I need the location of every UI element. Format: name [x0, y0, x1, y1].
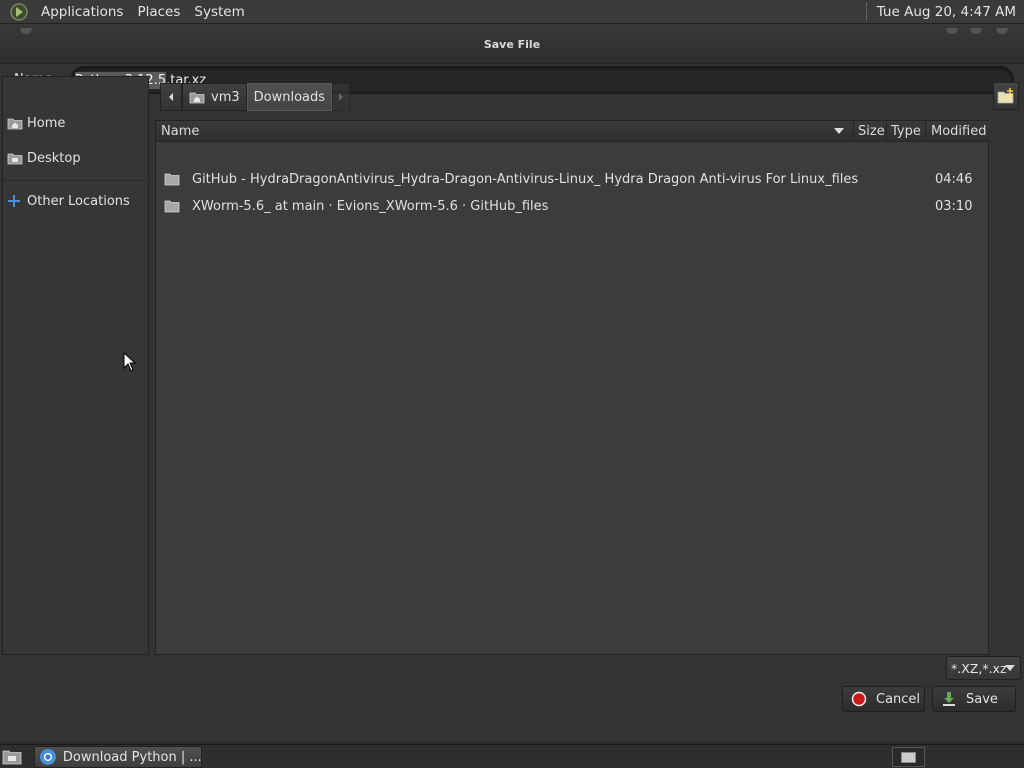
panel-grip: [865, 3, 869, 21]
path-segment-label: vm3: [211, 89, 240, 105]
column-name-header[interactable]: Name: [161, 121, 199, 142]
plus-icon: [7, 194, 23, 208]
sort-descending-icon[interactable]: [834, 128, 844, 135]
folder-icon: [164, 173, 180, 186]
menu-places[interactable]: Places: [130, 0, 187, 24]
maximize-icon[interactable]: [970, 28, 982, 34]
sidebar-item-desktop[interactable]: Desktop: [7, 147, 145, 169]
menu-system[interactable]: System: [187, 0, 251, 24]
taskbar-window-button[interactable]: Download Python | ...: [34, 746, 202, 768]
menu-applications[interactable]: Applications: [34, 0, 130, 24]
show-desktop-icon: [2, 750, 22, 765]
taskbar-window-label: Download Python | ...: [62, 749, 201, 765]
top-panel: Applications Places System Tue Aug 20, 4…: [0, 0, 1024, 24]
path-forward-button[interactable]: [332, 83, 351, 111]
file-modified: 04:46: [935, 172, 973, 187]
taskbar: Download Python | ...: [0, 744, 1024, 768]
window-menu-icon[interactable]: [20, 28, 32, 34]
new-folder-icon: [997, 88, 1014, 104]
sidebar-item-home[interactable]: Home: [7, 112, 145, 134]
chevron-down-icon: [1005, 665, 1015, 671]
file-modified: 03:10: [935, 199, 973, 214]
path-bar: vm3 Downloads: [160, 82, 351, 112]
scrollbar-area[interactable]: [990, 120, 1024, 655]
cancel-button[interactable]: Cancel: [842, 686, 925, 712]
workspace-icon: [901, 751, 916, 763]
file-name: GitHub - HydraDragonAntivirus_Hydra-Drag…: [192, 172, 859, 187]
file-name: XWorm-5.6_ at main · Evions_XWorm-5.6 · …: [192, 199, 549, 214]
column-size-header[interactable]: Size: [858, 121, 885, 142]
file-row[interactable]: XWorm-5.6_ at main · Evions_XWorm-5.6 · …: [156, 194, 990, 220]
name-row: Name: Python-3.12.5.tar.xz: [0, 64, 1024, 100]
filter-selected-value: *.XZ,*.xz: [951, 660, 1007, 676]
path-segment-label: Downloads: [253, 89, 326, 105]
workspace-switcher[interactable]: [892, 747, 925, 767]
sidebar-item-other-locations[interactable]: Other Locations: [7, 190, 145, 212]
sidebar-item-label: Home: [27, 115, 66, 131]
path-back-button[interactable]: [160, 83, 182, 111]
folder-icon: [164, 200, 180, 213]
file-type-filter-dropdown[interactable]: *.XZ,*.xz: [946, 656, 1021, 680]
file-row[interactable]: GitHub - HydraDragonAntivirus_Hydra-Drag…: [156, 167, 990, 193]
path-segment-downloads[interactable]: Downloads: [246, 83, 333, 111]
minimize-icon[interactable]: [946, 28, 958, 34]
desktop-folder-icon: [7, 151, 23, 165]
save-button[interactable]: Save: [932, 686, 1016, 712]
sidebar-item-label: Desktop: [27, 150, 81, 166]
show-desktop-button[interactable]: [2, 748, 22, 766]
column-modified-header[interactable]: Modified: [931, 121, 986, 142]
download-icon: [943, 692, 955, 706]
chevron-left-icon: [169, 93, 173, 101]
home-folder-icon: [7, 116, 23, 130]
file-list-header: Name Size Type Modified: [156, 121, 990, 142]
clock[interactable]: Tue Aug 20, 4:47 AM: [877, 4, 1024, 20]
close-icon[interactable]: [996, 28, 1008, 34]
dialog-title: Save File: [483, 38, 541, 51]
distro-logo-icon[interactable]: [8, 2, 30, 22]
cancel-button-label: Cancel: [876, 691, 921, 707]
chevron-right-icon: [339, 93, 344, 101]
home-folder-icon: [189, 92, 205, 104]
column-type-header[interactable]: Type: [891, 121, 921, 142]
save-button-label: Save: [966, 691, 998, 707]
sidebar-separator: [3, 180, 150, 181]
sidebar-item-label: Other Locations: [27, 193, 130, 209]
file-list: Name Size Type Modified GitHub - HydraDr…: [155, 120, 990, 655]
create-folder-button[interactable]: [993, 82, 1019, 110]
dialog-titlebar[interactable]: Save File: [0, 24, 1024, 64]
mouse-cursor-icon: [123, 352, 137, 372]
cancel-icon: [851, 691, 867, 707]
path-segment-vm3[interactable]: vm3: [182, 83, 247, 111]
chrome-icon: [39, 749, 56, 765]
